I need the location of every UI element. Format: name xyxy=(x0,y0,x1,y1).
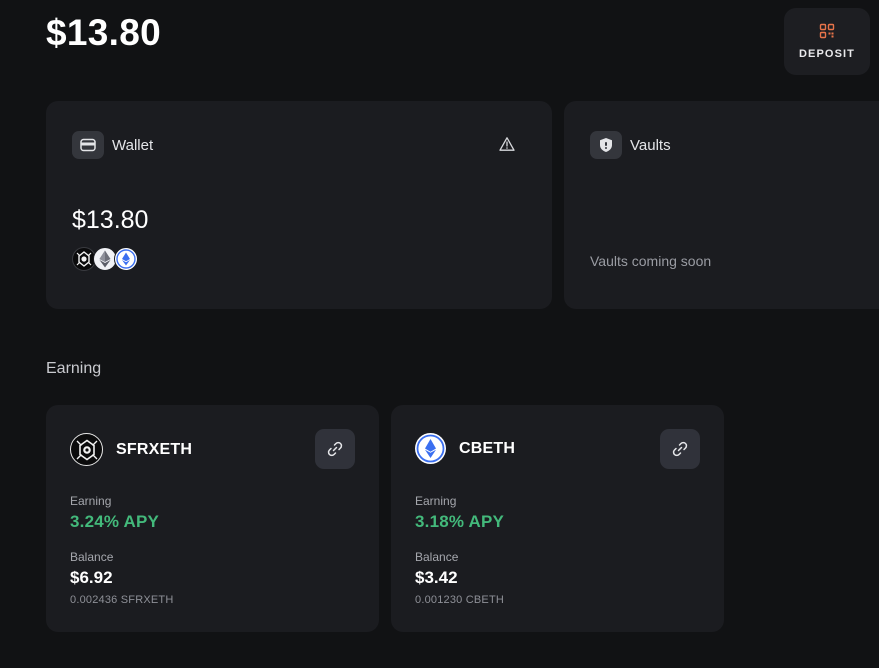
earning-card-sfrxeth[interactable]: SFRXETH Earning 3.24% APY Balance $6.92 … xyxy=(46,405,379,632)
cbeth-logo-icon xyxy=(114,247,138,271)
balance-label: Balance xyxy=(70,550,114,564)
link-button[interactable] xyxy=(660,429,700,469)
portfolio-page: $13.80 DEPOSIT Wallet $13.80 Vaults Vaul… xyxy=(0,0,879,668)
balance-label: Balance xyxy=(415,550,459,564)
apy-value: 3.18% APY xyxy=(415,512,505,531)
deposit-label: DEPOSIT xyxy=(799,48,855,60)
balance-value: $3.42 xyxy=(415,568,458,587)
wallet-card[interactable]: Wallet $13.80 xyxy=(46,101,552,309)
token-amount: 0.002436 SFRXETH xyxy=(70,594,174,606)
sfrxeth-logo-icon xyxy=(70,433,103,466)
wallet-title: Wallet xyxy=(112,136,154,154)
earning-label: Earning xyxy=(415,494,457,508)
wallet-icon xyxy=(72,131,104,159)
earning-section-title: Earning xyxy=(46,360,102,377)
wallet-header: Wallet xyxy=(72,131,153,159)
warning-icon[interactable] xyxy=(499,136,515,152)
coin-row: CBETH xyxy=(415,433,515,464)
coin-name: CBETH xyxy=(459,439,516,457)
apy-value: 3.24% APY xyxy=(70,512,160,531)
qr-code-icon xyxy=(819,23,835,39)
vaults-title: Vaults xyxy=(630,136,671,154)
link-icon xyxy=(672,441,688,457)
total-balance: $13.80 xyxy=(46,12,161,53)
token-amount: 0.001230 CBETH xyxy=(415,594,505,606)
wallet-amount: $13.80 xyxy=(72,206,149,234)
deposit-button[interactable]: DEPOSIT xyxy=(784,8,870,75)
vaults-header: Vaults xyxy=(590,131,671,159)
cbeth-logo-icon xyxy=(415,433,446,464)
vaults-card[interactable]: Vaults Vaults coming soon xyxy=(564,101,879,309)
link-icon xyxy=(327,441,343,457)
vaults-coming-soon: Vaults coming soon xyxy=(590,253,712,269)
balance-value: $6.92 xyxy=(70,568,113,587)
coin-name: SFRXETH xyxy=(116,440,193,458)
earning-label: Earning xyxy=(70,494,112,508)
coin-row: SFRXETH xyxy=(70,433,192,466)
link-button[interactable] xyxy=(315,429,355,469)
earning-card-cbeth[interactable]: CBETH Earning 3.18% APY Balance $3.42 0.… xyxy=(391,405,724,632)
wallet-token-stack xyxy=(72,247,138,271)
shield-icon xyxy=(590,131,622,159)
